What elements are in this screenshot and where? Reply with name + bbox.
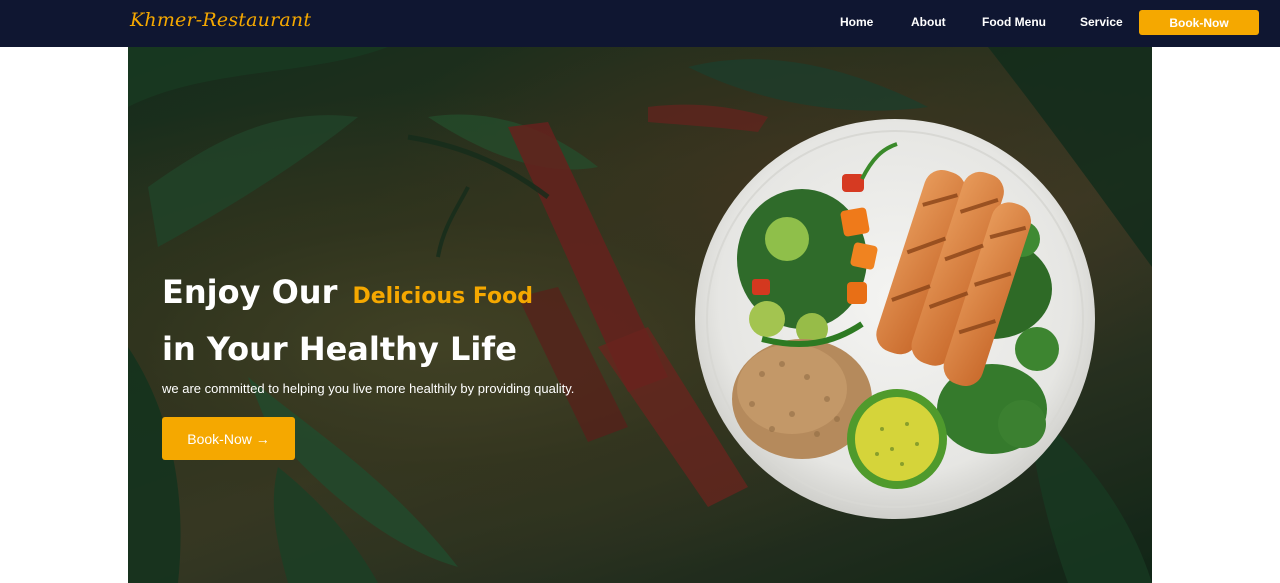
headline-prefix: Enjoy Our (162, 273, 338, 311)
hero-subtitle: we are committed to helping you live mor… (162, 381, 575, 396)
nav-link-home[interactable]: Home (840, 15, 873, 29)
navbar: Khmer-Restaurant Home About Food Menu Se… (0, 0, 1280, 47)
nav-link-service[interactable]: Service (1080, 15, 1123, 29)
food-plate-image (695, 119, 1095, 519)
nav-link-about[interactable]: About (911, 15, 946, 29)
nav-book-now-button[interactable]: Book-Now (1139, 10, 1259, 35)
logo[interactable]: Khmer-Restaurant (130, 9, 311, 31)
hero-headline-line2: in Your Healthy Life (162, 330, 517, 368)
hero-book-now-button[interactable]: Book-Now → (162, 417, 295, 460)
headline-accent: Delicious Food (352, 284, 534, 309)
hero-section: Enjoy Our Delicious Food in Your Healthy… (128, 47, 1152, 583)
hero-headline-line1: Enjoy Our Delicious Food (162, 273, 533, 311)
nav-link-food-menu[interactable]: Food Menu (982, 15, 1046, 29)
